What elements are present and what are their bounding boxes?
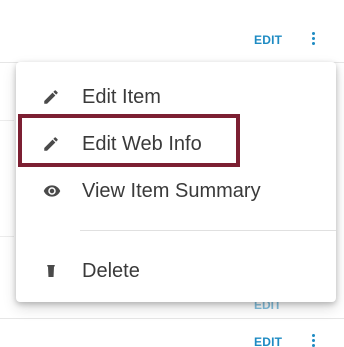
menu-item-edit-web-info[interactable]: Edit Web Info xyxy=(16,123,336,163)
menu-item-label: Delete xyxy=(82,260,140,282)
menu-item-label: Edit Web Info xyxy=(82,133,202,155)
more-options-icon[interactable] xyxy=(308,31,320,47)
row-edit-link[interactable]: EDIT xyxy=(254,335,282,347)
table-row: EDIT xyxy=(0,0,344,63)
menu-item-label: View Item Summary xyxy=(82,180,261,202)
row-divider xyxy=(0,236,14,237)
pencil-icon xyxy=(42,88,60,106)
menu-item-label: Edit Item xyxy=(82,86,161,108)
trash-icon xyxy=(42,262,60,280)
row-edit-link[interactable]: EDIT xyxy=(254,33,282,47)
row-divider xyxy=(0,120,14,121)
menu-divider xyxy=(80,230,336,231)
eye-icon xyxy=(42,182,61,200)
menu-item-edit-item[interactable]: Edit Item xyxy=(16,76,336,116)
actions-dropdown-menu: Edit Item Edit Web Info View Item Summar… xyxy=(16,62,336,302)
more-options-icon[interactable] xyxy=(308,333,320,347)
table-row: EDIT xyxy=(0,318,344,347)
pencil-icon xyxy=(42,135,60,153)
menu-item-view-item-summary[interactable]: View Item Summary xyxy=(16,170,336,210)
menu-item-delete[interactable]: Delete xyxy=(16,250,336,290)
item-list-page: EDIT EDIT EDIT Edit Item Edit Web Info V… xyxy=(0,0,344,347)
